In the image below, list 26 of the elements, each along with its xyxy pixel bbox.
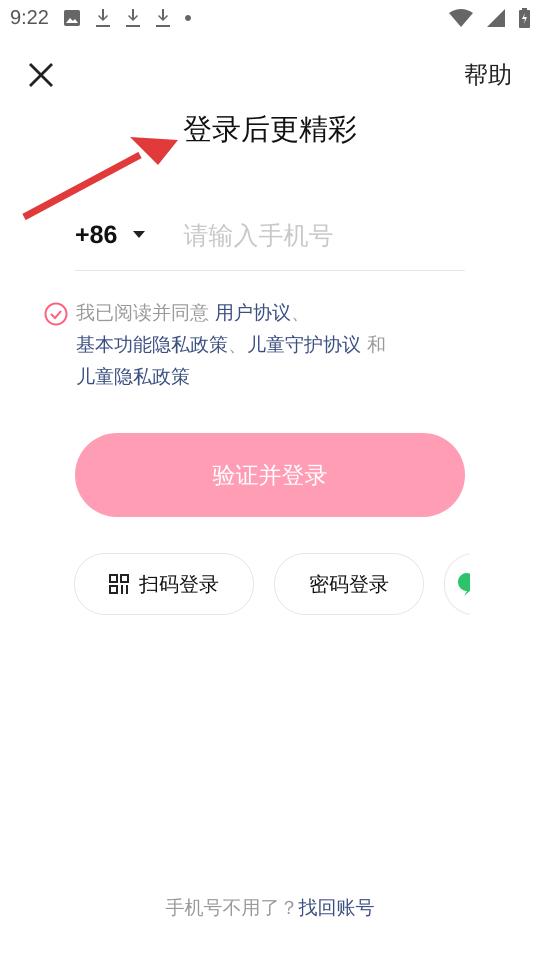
- password-login-button[interactable]: 密码登录: [274, 553, 424, 615]
- close-icon[interactable]: [28, 62, 54, 88]
- dot-icon: [184, 15, 191, 21]
- qr-login-button[interactable]: 扫码登录: [74, 553, 254, 615]
- agreement-link[interactable]: 儿童隐私政策: [76, 366, 190, 388]
- battery-icon: [519, 8, 530, 28]
- page-title: 登录后更精彩: [182, 111, 358, 148]
- recover-account-link[interactable]: 找回账号: [298, 897, 374, 919]
- qr-code-icon: [109, 574, 129, 594]
- agreement-text: 我已阅读并同意 用户协议、 基本功能隐私政策、儿童守护协议 和 儿童隐私政策: [76, 301, 388, 390]
- chat-bubble-icon: [457, 571, 470, 597]
- download-icon: [94, 8, 111, 28]
- wifi-icon: [449, 9, 473, 27]
- signal-icon: [487, 9, 505, 27]
- download-icon: [124, 8, 141, 28]
- country-code[interactable]: +86: [75, 220, 118, 250]
- status-time: 9:22: [10, 6, 49, 30]
- agreement-link[interactable]: 儿童守护协议: [247, 334, 361, 356]
- download-icon: [154, 8, 171, 28]
- agree-checkbox[interactable]: [44, 302, 68, 326]
- footer-text: 手机号不用了？: [166, 897, 298, 919]
- agreement-link[interactable]: 用户协议: [215, 302, 292, 324]
- agreement-link[interactable]: 基本功能隐私政策: [76, 334, 228, 356]
- help-link[interactable]: 帮助: [464, 59, 512, 91]
- image-icon: [62, 9, 81, 27]
- dropdown-caret-icon[interactable]: [133, 231, 146, 239]
